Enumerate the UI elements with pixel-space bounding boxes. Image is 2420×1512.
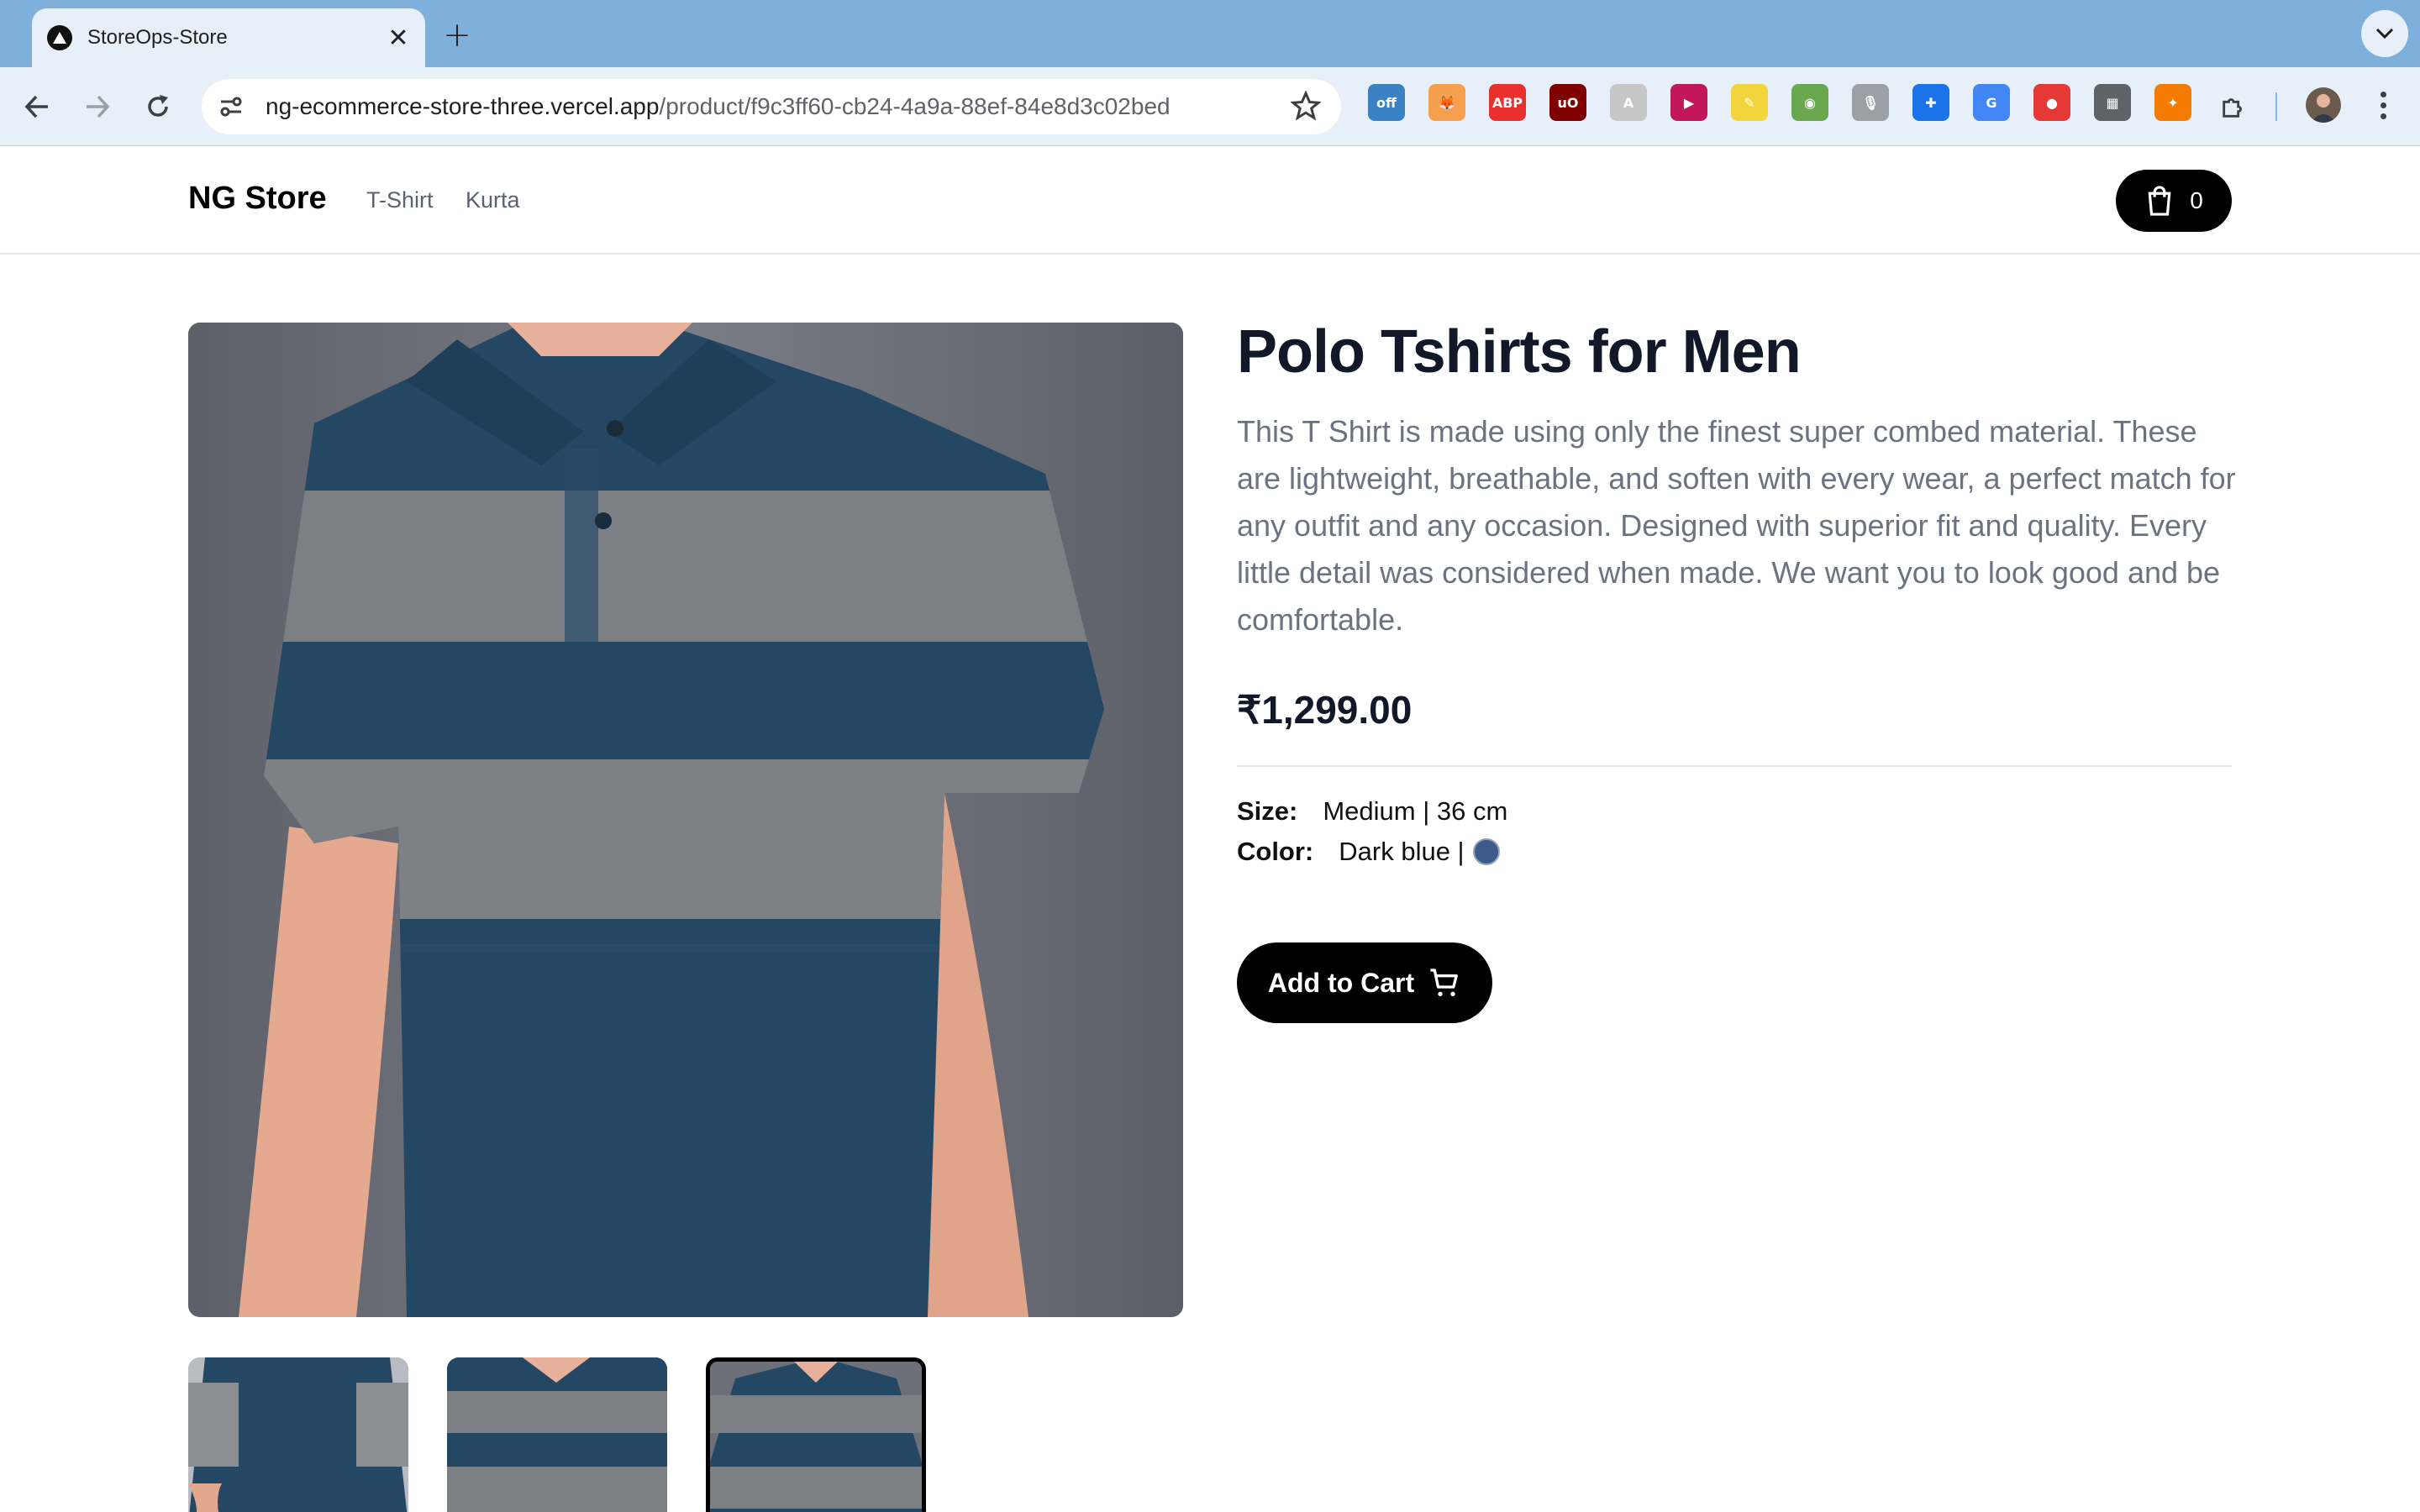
ublock-origin-extension-icon[interactable]: uO — [1549, 84, 1586, 121]
toolbar-separator — [2275, 92, 2277, 121]
extensions-puzzle-button[interactable] — [2213, 87, 2254, 127]
highlighter-extension-icon[interactable]: ✎ — [1731, 84, 1768, 121]
cross-extension-icon[interactable]: ✚ — [1912, 84, 1949, 121]
color-picker-extension-icon[interactable]: ◉ — [1791, 84, 1828, 121]
site-header: NG Store T-Shirt Kurta 0 — [0, 147, 2420, 255]
adblock-plus-extension-icon[interactable]: ABP — [1489, 84, 1526, 121]
color-row: Color: Dark blue | — [1237, 837, 1500, 867]
shopping-bag-icon — [2148, 186, 2171, 216]
nav-link-tshirt[interactable]: T-Shirt — [366, 187, 434, 213]
tab-close-icon[interactable]: ✕ — [383, 23, 413, 53]
store-logo[interactable]: NG Store — [188, 181, 327, 217]
chevron-down-icon — [2375, 28, 2394, 39]
browser-menu-button[interactable] — [2365, 84, 2402, 126]
color-value: Dark blue | — [1339, 837, 1465, 866]
color-swatch — [1472, 838, 1500, 865]
honey-off-extension-icon[interactable]: off — [1368, 84, 1405, 121]
address-bar[interactable]: ng-ecommerce-store-three.vercel.app/prod… — [202, 79, 1341, 134]
google-translate-extension-icon[interactable]: G — [1973, 84, 2010, 121]
reload-icon — [148, 95, 168, 117]
product-description: This T Shirt is made using only the fine… — [1237, 414, 2236, 637]
tab-search-button[interactable] — [2361, 10, 2408, 57]
size-row: Size: Medium | 36 cm — [1237, 796, 1507, 827]
video-extension-icon[interactable]: ▶ — [1670, 84, 1707, 121]
product-thumbnail-2[interactable] — [447, 1357, 667, 1512]
qr-code-extension-icon[interactable]: ▦ — [2094, 84, 2131, 121]
nav-link-kurta[interactable]: Kurta — [466, 187, 520, 213]
product-thumbnail-1[interactable] — [188, 1357, 408, 1512]
add-to-cart-button[interactable]: Add to Cart — [1237, 942, 1492, 1023]
puzzle-icon — [2223, 98, 2242, 118]
size-label: Size: — [1237, 796, 1298, 826]
metamask-extension-icon[interactable]: 🦊 — [1428, 84, 1465, 121]
tab-title: StoreOps-Store — [87, 26, 228, 49]
url-path: /product/f9c3ff60-cb24-4a9a-88ef-84e8d3c… — [659, 93, 1171, 119]
back-button[interactable] — [17, 87, 57, 127]
vercel-favicon-icon — [47, 25, 72, 50]
forward-arrow-icon — [87, 95, 110, 118]
reload-button[interactable] — [138, 87, 178, 127]
screen-recorder-extension-icon[interactable]: ● — [2033, 84, 2070, 121]
orange-extension-icon[interactable]: ✦ — [2154, 84, 2191, 121]
url-host: ng-ecommerce-store-three.vercel.app — [266, 93, 660, 119]
product-title: Polo Tshirts for Men — [1237, 318, 1802, 386]
browser-tab-active[interactable]: StoreOps-Store ✕ — [32, 8, 425, 67]
url-text: ng-ecommerce-store-three.vercel.app/prod… — [266, 93, 1171, 120]
shopping-cart-icon — [1430, 969, 1458, 996]
generic-extension-1-icon[interactable]: A — [1610, 84, 1647, 121]
size-value: Medium | 36 cm — [1323, 796, 1508, 826]
browser-toolbar: ng-ecommerce-store-three.vercel.app/prod… — [0, 67, 2420, 146]
new-tab-button[interactable]: + — [437, 15, 477, 55]
price-divider — [1237, 765, 2232, 767]
bookmark-star-icon[interactable] — [1290, 90, 1322, 124]
add-to-cart-label: Add to Cart — [1267, 967, 1415, 998]
forward-button[interactable] — [77, 87, 118, 127]
back-arrow-icon — [24, 95, 48, 118]
cart-count: 0 — [2190, 187, 2203, 213]
product-thumbnail-3-selected[interactable] — [706, 1357, 926, 1512]
site-info-icon[interactable] — [212, 87, 250, 126]
profile-avatar[interactable] — [2306, 87, 2341, 123]
product-main-image — [188, 323, 1183, 1317]
cart-button[interactable]: 0 — [2116, 170, 2232, 232]
color-label: Color: — [1237, 837, 1314, 866]
microphone-extension-icon[interactable]: 🎙 — [1852, 84, 1889, 121]
extensions-area: off 🦊 ABP uO A ▶ ✎ ◉ 🎙 ✚ G ● ▦ ✦ — [1368, 84, 2215, 121]
browser-tab-strip: StoreOps-Store ✕ + — [0, 0, 2420, 67]
product-price: ₹1,299.00 — [1237, 688, 1413, 732]
